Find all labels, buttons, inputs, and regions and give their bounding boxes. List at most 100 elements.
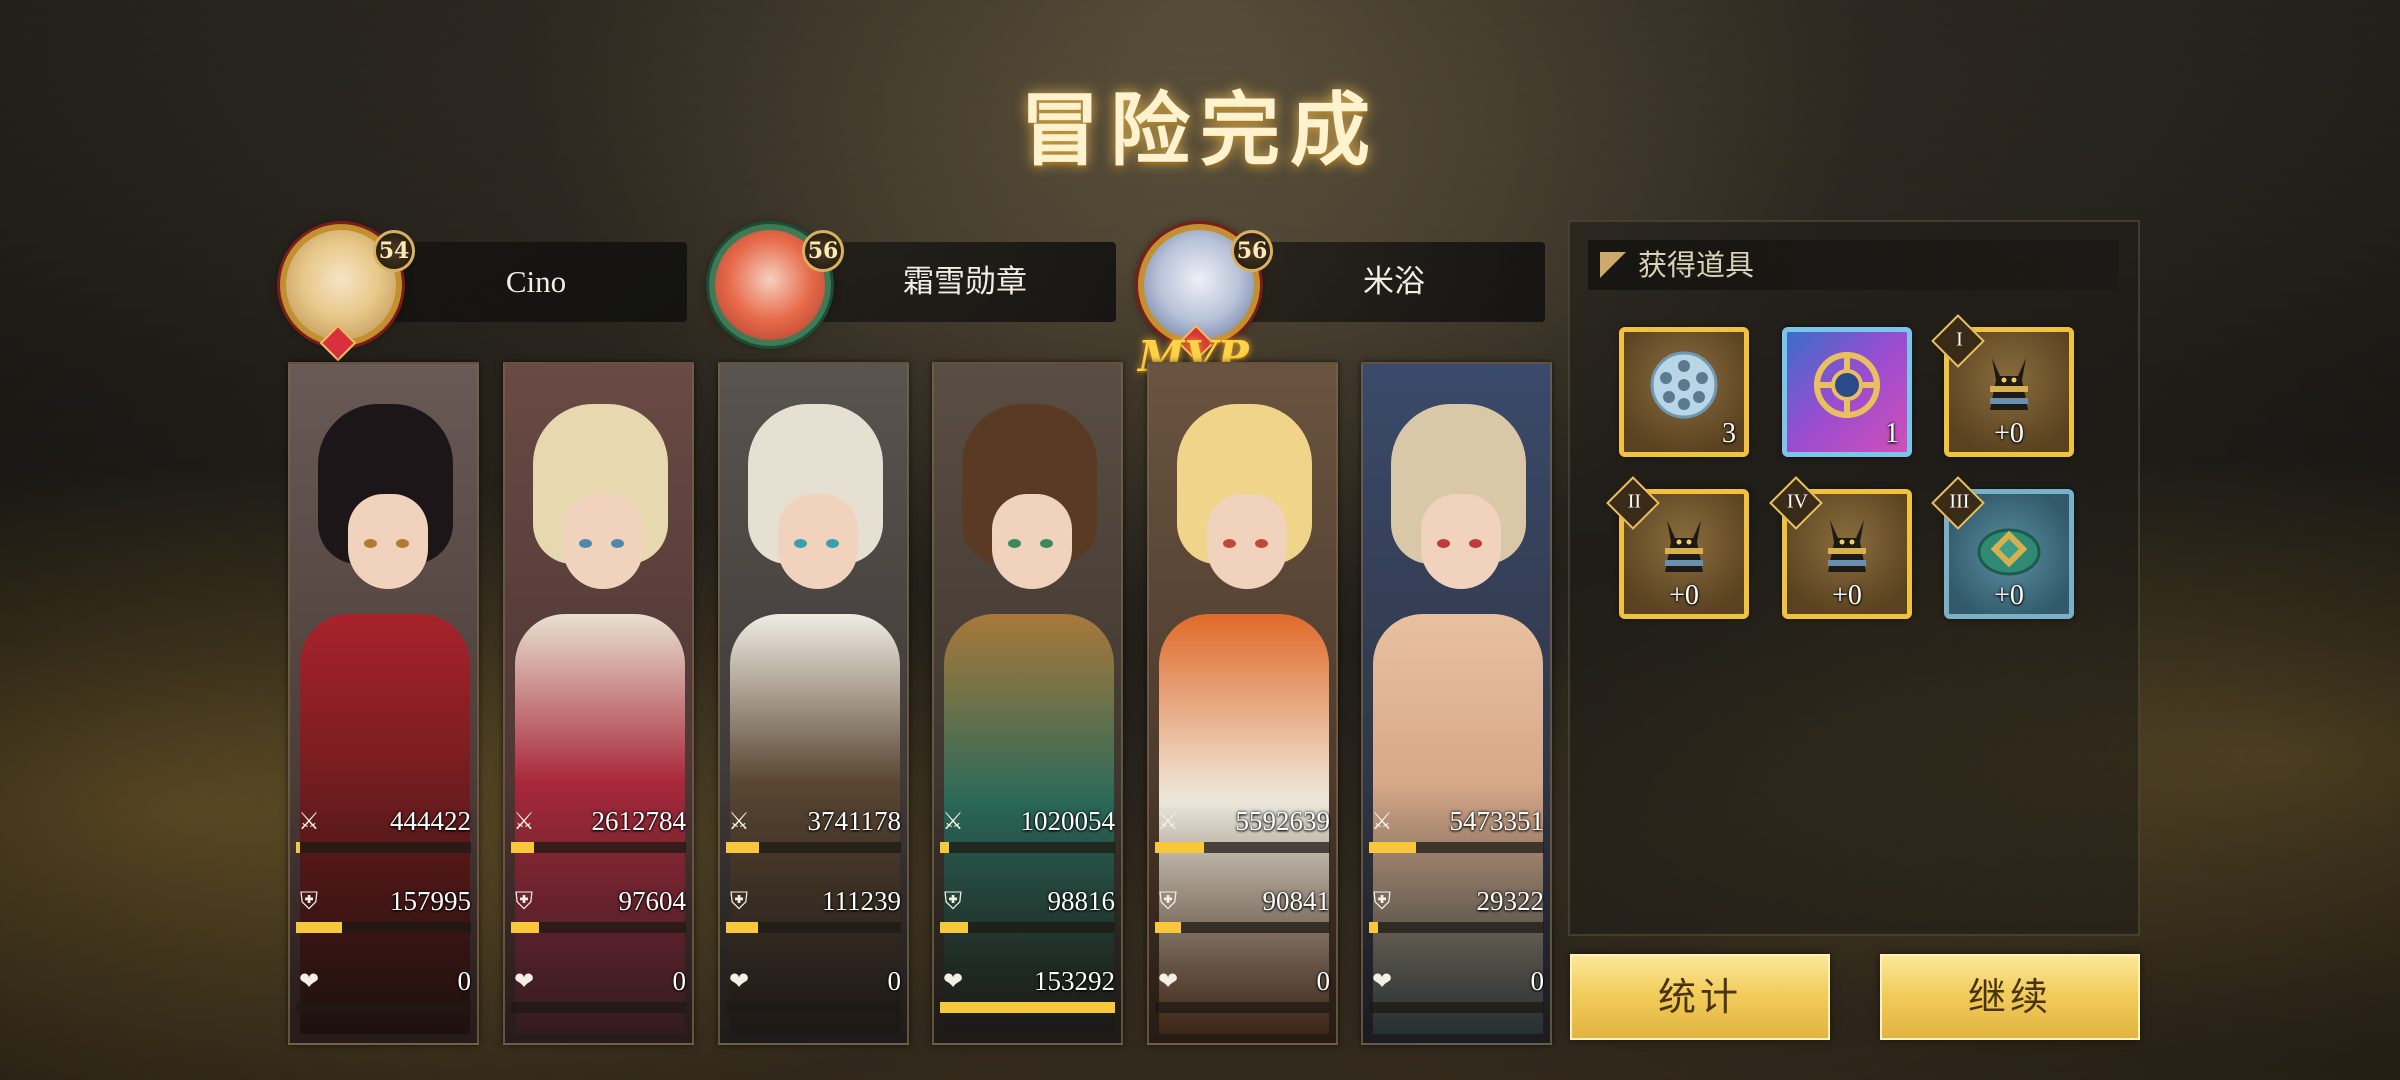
damage-value: 5473351 [1449, 806, 1545, 836]
damage-value: 444422 [390, 806, 471, 836]
player-level-badge: 56 [1231, 230, 1273, 272]
defense-bar [726, 922, 901, 933]
defense-bar-fill [1155, 922, 1182, 933]
heal-bar [296, 1002, 471, 1013]
defense-value: 157995 [390, 886, 471, 916]
item-quantity: +0 [1994, 418, 2024, 449]
player-level-badge: 56 [802, 230, 844, 272]
reward-item-film-reel[interactable]: 3 [1619, 327, 1749, 457]
rewards-header-label: 获得道具 [1638, 248, 1755, 282]
header-corner-icon [1600, 252, 1626, 278]
heal-value: 0 [1530, 966, 1545, 996]
shield-icon: ⛨ [300, 887, 318, 915]
shield-icon: ⛨ [944, 887, 962, 915]
reward-item-gear-target[interactable]: 1 [1782, 327, 1912, 457]
shield-icon: ⛨ [515, 887, 533, 915]
player-header-2: 霜雪勋章 56 [704, 212, 1129, 362]
hero-card-3[interactable]: ⚔ 3741178 ⛨ 111239 ❤ 0 [718, 362, 909, 1045]
shield-icon: ⛨ [1373, 887, 1391, 915]
hero-portrait [1149, 364, 1336, 1043]
tier-label: III [1949, 490, 1970, 513]
player-name: 米浴 [1363, 264, 1425, 299]
item-quantity: +0 [1994, 580, 2024, 611]
hero-card-6[interactable]: ⚔ 5473351 ⛨ 29322 ❤ 0 [1361, 362, 1552, 1045]
hero-portrait [290, 364, 477, 1043]
heal-bar [511, 1002, 686, 1013]
damage-bar [1369, 842, 1544, 853]
reward-item-jade-emblem[interactable]: III +0 [1931, 476, 2074, 619]
sword-icon: ⚔ [513, 807, 535, 835]
damage-value: 2612784 [591, 806, 687, 836]
damage-bar-fill [726, 842, 760, 853]
stats-button[interactable]: 统计 [1570, 954, 1830, 1040]
damage-value: 1020054 [1020, 806, 1116, 836]
defense-bar [511, 922, 686, 933]
page-title: 冒险完成 [1020, 83, 1380, 177]
reward-item-anubis-2[interactable]: II +0 [1606, 476, 1749, 619]
sword-icon: ⚔ [1371, 807, 1393, 835]
defense-stat: ⛨ 157995 [296, 886, 471, 936]
reward-item-anubis-3[interactable]: IV +0 [1769, 476, 1912, 619]
anubis-icon [1665, 520, 1703, 572]
defense-bar [940, 922, 1115, 933]
defense-bar [1155, 922, 1330, 933]
damage-stat: ⚔ 444422 [296, 806, 471, 856]
item-quantity: +0 [1832, 580, 1862, 611]
film-reel-icon [1650, 351, 1718, 419]
hero-card-2[interactable]: ⚔ 2612784 ⛨ 97604 ❤ 0 [503, 362, 694, 1045]
heal-stat: ❤ 0 [1369, 966, 1544, 1016]
anubis-icon [1828, 520, 1866, 572]
damage-bar-fill [1155, 842, 1204, 853]
defense-value: 98816 [1047, 886, 1116, 916]
reward-item-anubis-1[interactable]: I +0 [1931, 314, 2074, 457]
damage-bar [940, 842, 1115, 853]
player-name: Cino [505, 264, 567, 299]
gear-target-icon [1814, 352, 1880, 418]
sword-icon: ⚔ [298, 807, 320, 835]
hero-portrait [1363, 364, 1550, 1043]
defense-bar-fill [511, 922, 539, 933]
heal-value: 0 [457, 966, 472, 996]
defense-bar [1369, 922, 1544, 933]
sword-icon: ⚔ [728, 807, 750, 835]
player-level-badge: 54 [373, 230, 415, 272]
heal-stat: ❤ 0 [296, 966, 471, 1016]
shield-icon: ⛨ [730, 887, 748, 915]
heart-plus-icon: ❤ [1157, 967, 1179, 995]
defense-stat: ⛨ 98816 [940, 886, 1115, 936]
sword-icon: ⚔ [1157, 807, 1179, 835]
damage-bar-fill [1369, 842, 1417, 853]
continue-button[interactable]: 继续 [1880, 954, 2140, 1040]
heart-plus-icon: ❤ [1371, 967, 1393, 995]
damage-bar-fill [296, 842, 300, 853]
hero-portrait [505, 364, 692, 1043]
player-name: 霜雪勋章 [903, 264, 1027, 299]
item-quantity: +0 [1669, 580, 1699, 611]
player-header-1: Cino 54 [275, 212, 700, 362]
heart-plus-icon: ❤ [513, 967, 535, 995]
defense-value: 90841 [1262, 886, 1331, 916]
defense-value: 29322 [1476, 886, 1545, 916]
heal-value: 0 [887, 966, 902, 996]
hero-card-5[interactable]: ⚔ 5592639 ⛨ 90841 ❤ 0 [1147, 362, 1338, 1045]
heal-bar [940, 1002, 1115, 1013]
damage-stat: ⚔ 3741178 [726, 806, 901, 856]
tier-label: I [1956, 328, 1963, 351]
hero-card-4[interactable]: ⚔ 1020054 ⛨ 98816 ❤ 153292 [932, 362, 1123, 1045]
hero-card-1[interactable]: ⚔ 444422 ⛨ 157995 ❤ 0 [288, 362, 479, 1045]
defense-stat: ⛨ 97604 [511, 886, 686, 936]
shield-icon: ⛨ [1159, 887, 1177, 915]
heal-value: 153292 [1034, 966, 1115, 996]
heal-value: 0 [1316, 966, 1331, 996]
heal-value: 0 [672, 966, 687, 996]
heart-plus-icon: ❤ [942, 967, 964, 995]
jade-emblem-icon [1977, 528, 2041, 576]
damage-bar-fill [511, 842, 534, 853]
defense-value: 111239 [822, 886, 901, 916]
damage-value: 5592639 [1235, 806, 1331, 836]
tier-label: II [1627, 490, 1642, 513]
defense-stat: ⛨ 29322 [1369, 886, 1544, 936]
heal-stat: ❤ 0 [511, 966, 686, 1016]
damage-stat: ⚔ 5473351 [1369, 806, 1544, 856]
heal-bar [1155, 1002, 1330, 1013]
